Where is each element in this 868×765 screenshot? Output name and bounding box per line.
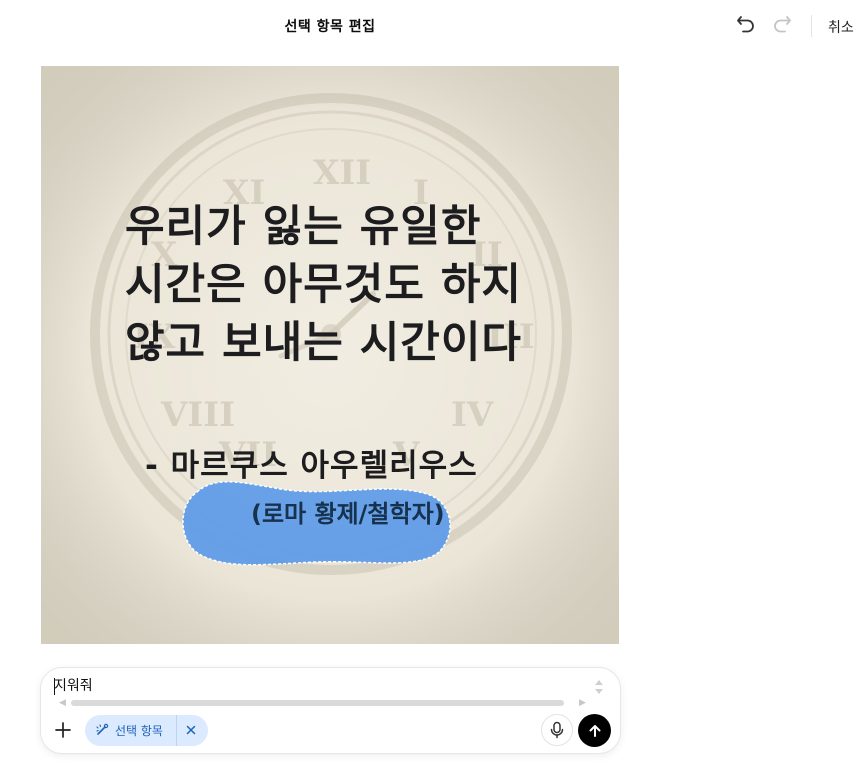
chip-label: 선택 항목	[115, 724, 163, 738]
quote-line: 않고 보내는 시간이다	[125, 318, 522, 368]
prompt-composer: ◀ ▶ 선택 항목	[40, 667, 621, 754]
undo-icon	[737, 16, 754, 33]
page-title: 선택 항목 편집	[284, 19, 376, 35]
header-divider	[811, 15, 812, 37]
plus-icon[interactable]	[53, 720, 73, 740]
quote-subtitle: (로마 황제/철학자)	[251, 500, 445, 528]
chip-divider	[176, 715, 177, 746]
image-canvas[interactable]: XII XI I II X III IX VIII IV VII V 우리가 잃…	[41, 66, 619, 644]
microphone-icon	[550, 721, 564, 739]
microphone-button[interactable]	[541, 714, 573, 746]
scroll-arrows-icon[interactable]	[593, 677, 605, 697]
editor-header: 선택 항목 편집 취소	[0, 0, 868, 52]
cancel-button[interactable]: 취소	[828, 17, 854, 37]
send-button[interactable]	[578, 714, 611, 747]
scroll-right-icon[interactable]: ▶	[579, 698, 586, 708]
scroll-left-icon[interactable]: ◀	[59, 698, 66, 708]
quote-line: 시간은 아무것도 하지	[125, 260, 522, 310]
undo-button[interactable]	[734, 12, 758, 36]
prompt-input[interactable]	[54, 677, 554, 693]
text-caret	[54, 678, 55, 695]
horizontal-scrollbar[interactable]	[71, 700, 564, 706]
quote-line: 우리가 잃는 유일한	[125, 202, 482, 252]
arrow-up-icon	[589, 724, 600, 737]
quote-text: 우리가 잃는 유일한 시간은 아무것도 하지 않고 보내는 시간이다	[125, 198, 585, 372]
redo-icon	[774, 16, 791, 33]
selection-chip[interactable]: 선택 항목	[85, 715, 208, 746]
close-icon[interactable]	[184, 723, 198, 737]
selection-brush-icon	[96, 723, 109, 735]
redo-button[interactable]	[770, 12, 794, 36]
